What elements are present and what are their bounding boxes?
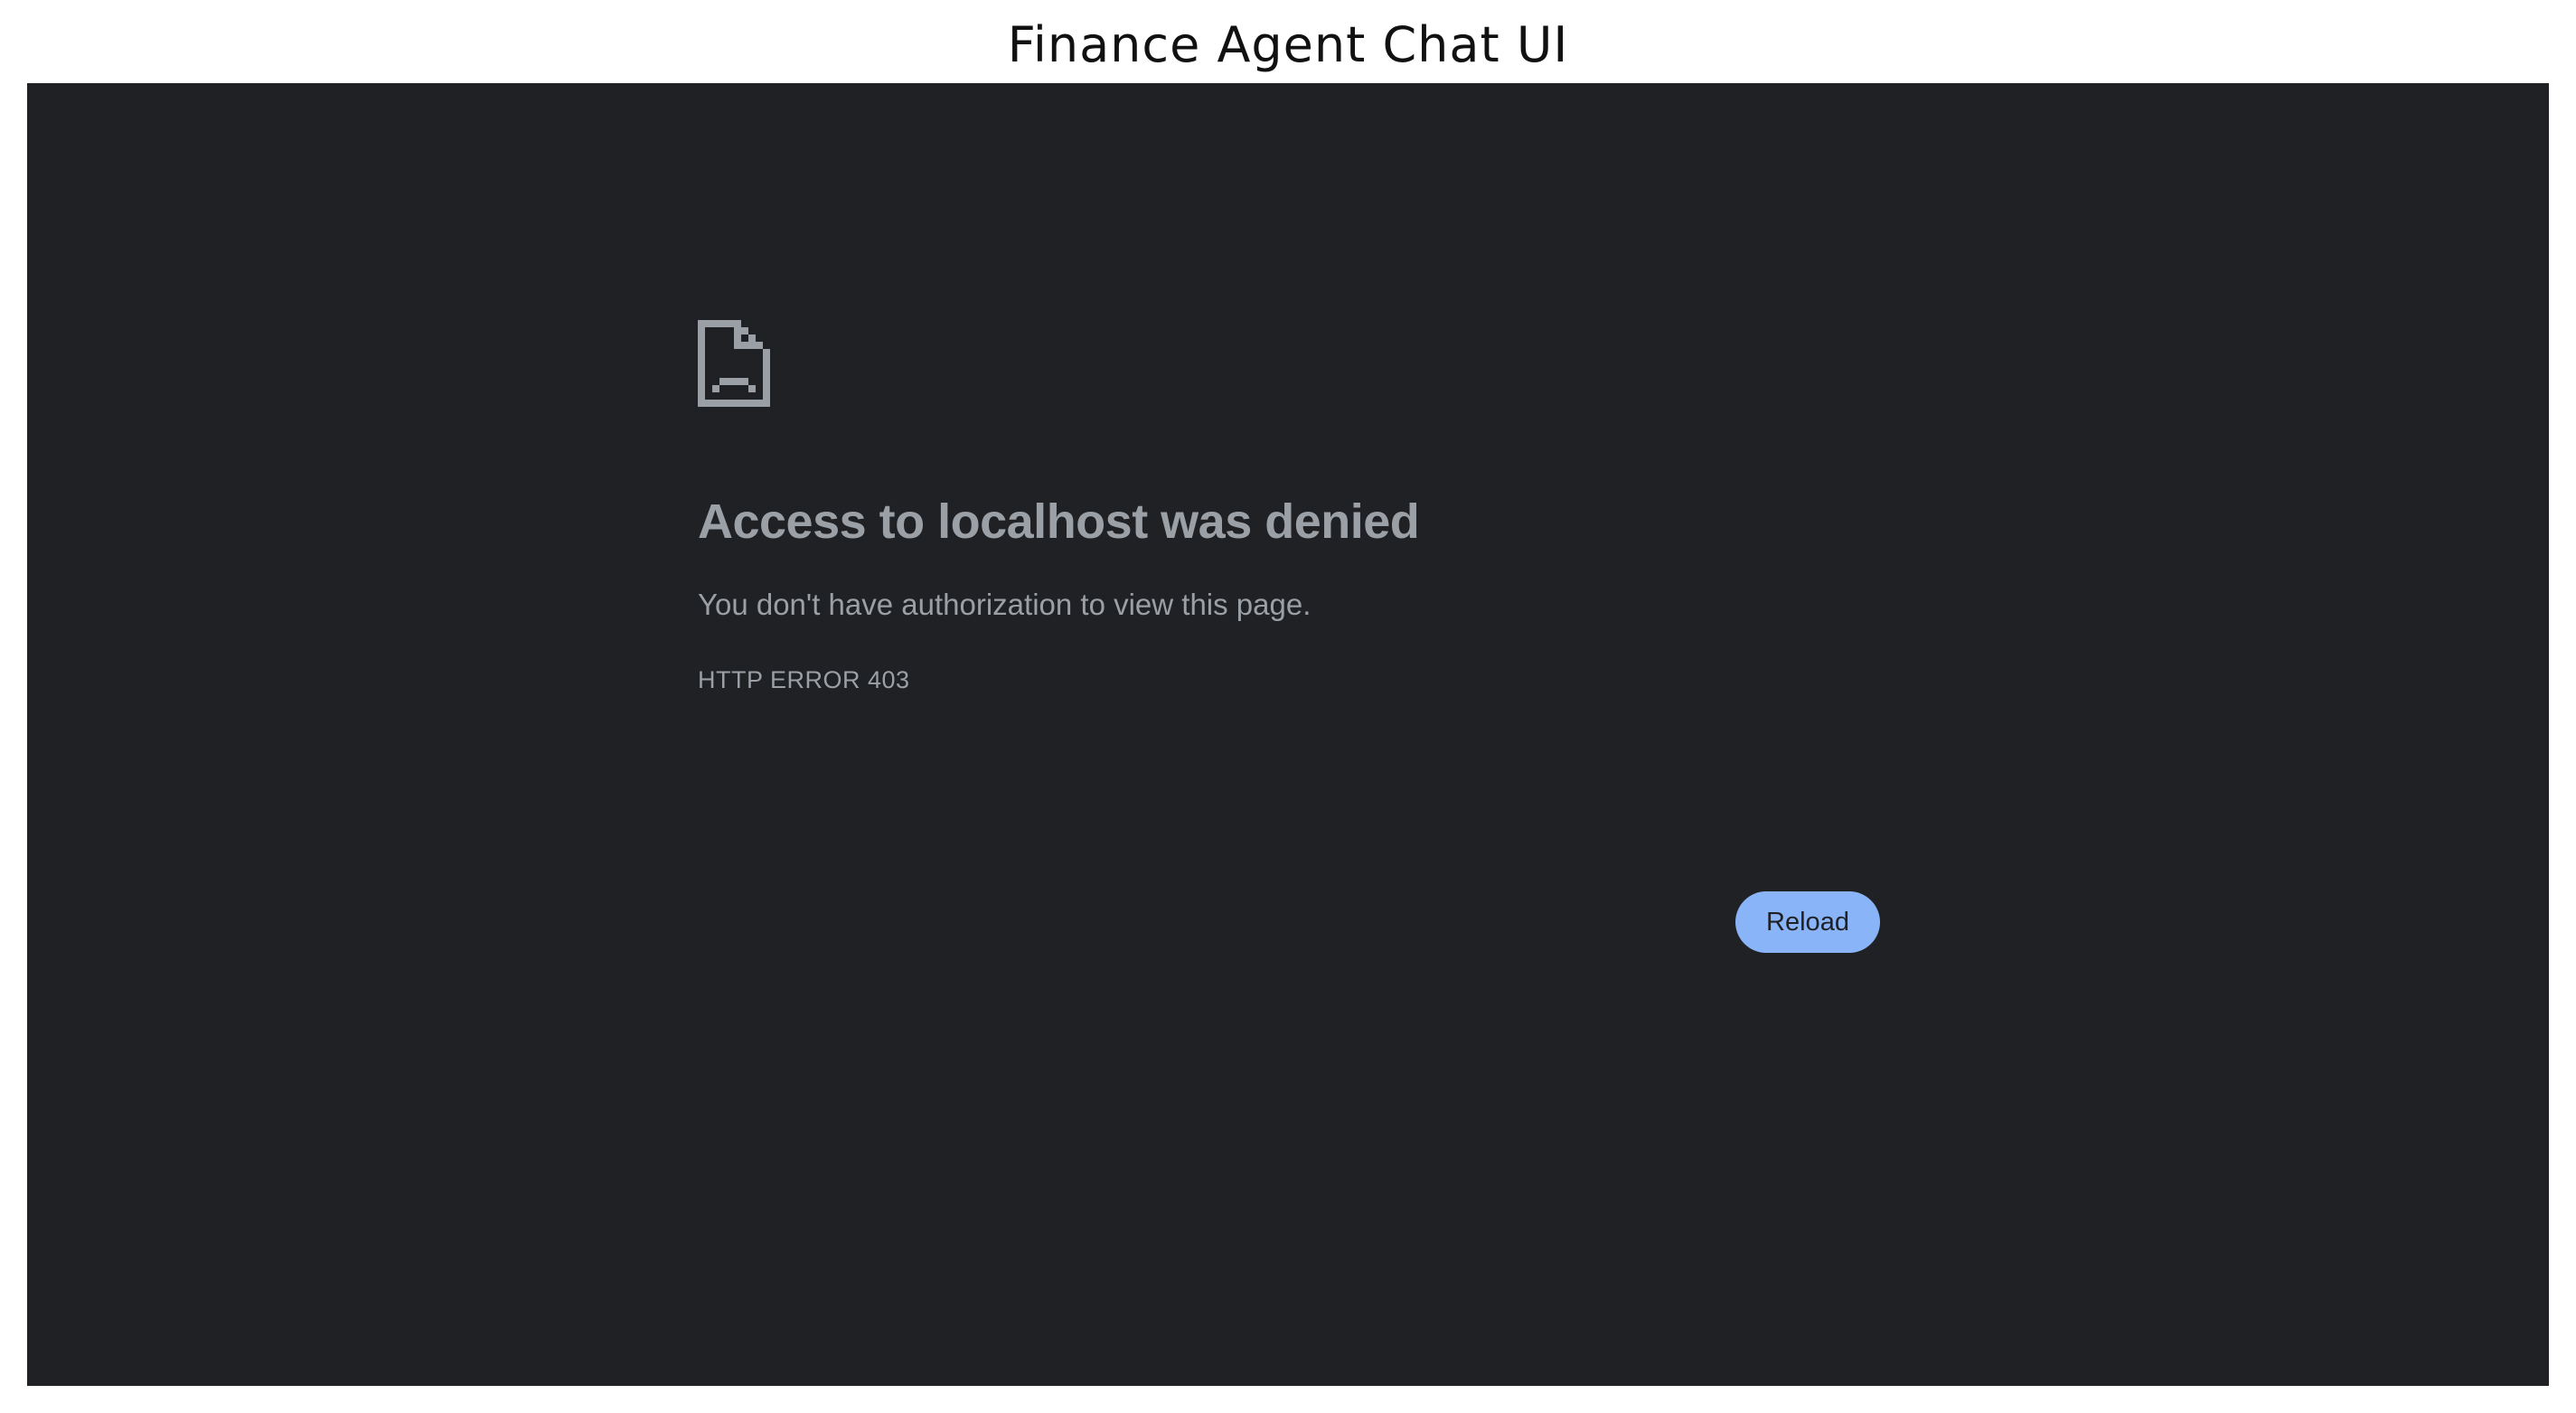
window-title: Finance Agent Chat UI: [1007, 16, 1569, 73]
browser-viewport: Access to localhost was denied You don't…: [27, 83, 2549, 1386]
sad-page-icon: [698, 320, 770, 407]
error-heading: Access to localhost was denied: [698, 495, 1420, 549]
error-code: HTTP ERROR 403: [698, 666, 910, 693]
reload-button[interactable]: Reload: [1735, 891, 1880, 953]
error-message: You don't have authorization to view thi…: [698, 588, 1312, 621]
